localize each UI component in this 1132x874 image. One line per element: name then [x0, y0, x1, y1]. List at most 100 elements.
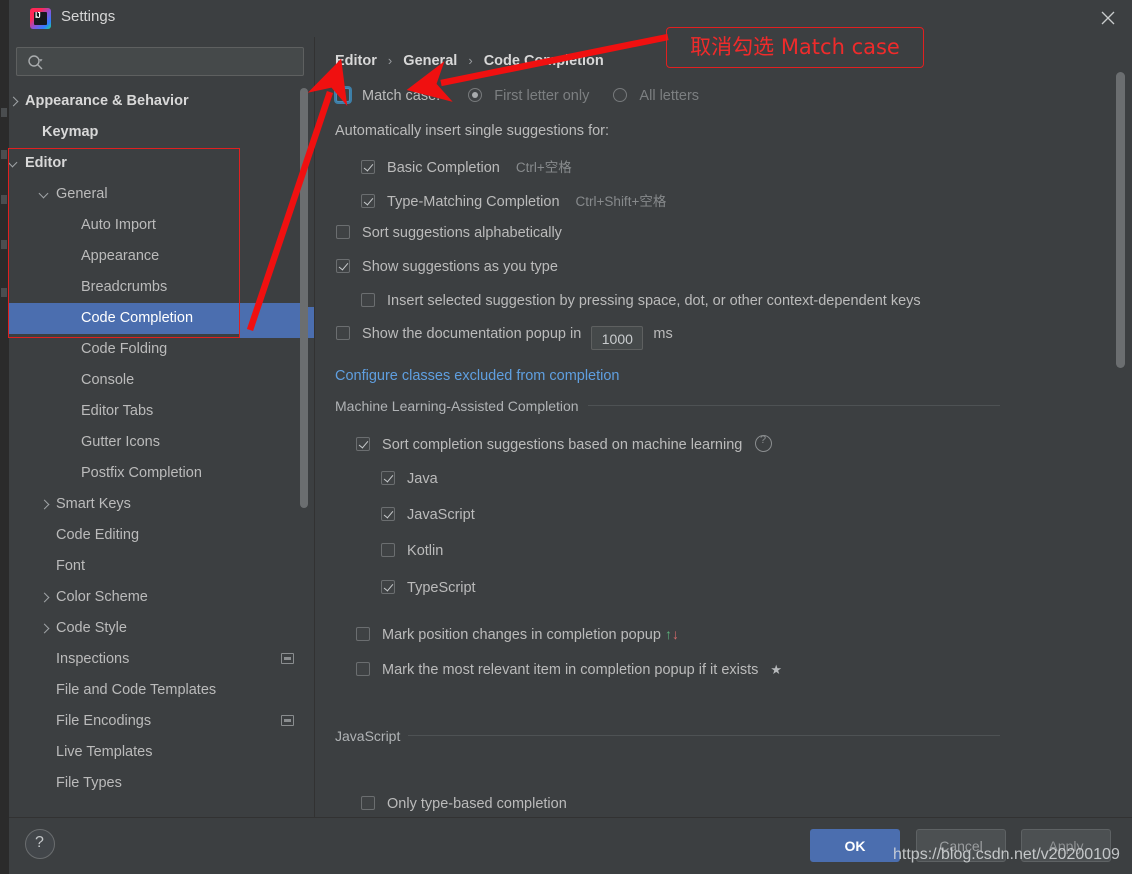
sidebar-item-label: Live Templates — [56, 744, 153, 760]
sidebar-item-code-folding[interactable]: Code Folding — [9, 334, 305, 365]
sidebar-item-label: Smart Keys — [56, 496, 131, 512]
sidebar-item-console[interactable]: Console — [9, 365, 305, 396]
ml-lang-kotlin-row: Kotlin — [381, 543, 443, 559]
type-matching-completion-checkbox[interactable] — [361, 194, 375, 208]
first-letter-only-radio[interactable] — [468, 88, 483, 102]
chevron-right-icon[interactable] — [40, 500, 49, 509]
sidebar-item-keymap[interactable]: Keymap — [9, 117, 305, 148]
sort-ml-checkbox[interactable] — [356, 437, 370, 451]
ml-lang-typescript-checkbox[interactable] — [381, 580, 395, 594]
sidebar-item-live-templates[interactable]: Live Templates — [9, 737, 305, 768]
ml-lang-typescript-label: TypeScript — [407, 580, 476, 596]
sidebar-item-label: Color Scheme — [56, 589, 148, 605]
breadcrumb: Editor › General › Code Completion — [335, 53, 604, 69]
ml-lang-kotlin-checkbox[interactable] — [381, 543, 395, 557]
sidebar-item-code-editing[interactable]: Code Editing — [9, 520, 305, 551]
ml-lang-javascript-checkbox[interactable] — [381, 507, 395, 521]
configurable-badge-icon — [281, 715, 294, 726]
doc-popup-checkbox[interactable] — [336, 326, 350, 340]
insert-selected-label: Insert selected suggestion by pressing s… — [387, 293, 921, 309]
sidebar-item-label: Appearance & Behavior — [25, 93, 189, 109]
settings-main-panel: Editor › General › Code Completion Match… — [315, 37, 1132, 817]
sidebar-item-label: Gutter Icons — [81, 434, 160, 450]
type-matching-completion-shortcut: Ctrl+Shift+空格 — [575, 194, 667, 209]
auto-insert-header: Automatically insert single suggestions … — [335, 123, 610, 139]
configure-excluded-classes-link[interactable]: Configure classes excluded from completi… — [335, 368, 620, 384]
first-letter-only-label: First letter only — [494, 88, 590, 104]
sidebar-item-label: Code Style — [56, 620, 127, 636]
title-bar: Settings — [9, 0, 1132, 37]
sidebar-item-appearance-behavior[interactable]: Appearance & Behavior — [9, 86, 305, 117]
mark-position-row: Mark position changes in completion popu… — [356, 626, 679, 643]
basic-completion-shortcut: Ctrl+空格 — [515, 160, 572, 175]
window-title: Settings — [61, 8, 116, 25]
breadcrumb-code-completion[interactable]: Code Completion — [484, 53, 604, 69]
mark-relevant-label: Mark the most relevant item in completio… — [382, 662, 759, 678]
sidebar-item-font[interactable]: Font — [9, 551, 305, 582]
settings-dialog: Settings Appearance & Behavior Keymap Edit… — [0, 0, 1132, 874]
callout-annotation: 取消勾选 Match case — [666, 27, 924, 68]
mark-relevant-checkbox[interactable] — [356, 662, 370, 676]
sidebar-item-inspections[interactable]: Inspections — [9, 644, 305, 675]
show-as-you-type-label: Show suggestions as you type — [362, 259, 558, 275]
breadcrumb-general[interactable]: General — [403, 53, 457, 69]
match-case-checkbox[interactable] — [336, 88, 350, 102]
ml-lang-javascript-label: JavaScript — [407, 507, 475, 523]
mark-position-checkbox[interactable] — [356, 627, 370, 641]
sidebar-item-label: Keymap — [42, 124, 99, 140]
doc-popup-delay-input[interactable]: 1000 — [591, 326, 644, 350]
ok-button[interactable]: OK — [810, 829, 900, 862]
sidebar-item-postfix-completion[interactable]: Postfix Completion — [9, 458, 305, 489]
sidebar-item-label: Postfix Completion — [81, 465, 202, 481]
chevron-right-icon[interactable] — [9, 97, 18, 106]
js-section-title: JavaScript — [335, 728, 401, 744]
sidebar-item-file-and-code-templates[interactable]: File and Code Templates — [9, 675, 305, 706]
doc-popup-label: Show the documentation popup in — [362, 326, 582, 342]
js-section-divider — [408, 735, 1000, 736]
sidebar-item-label: File and Code Templates — [56, 682, 217, 698]
sidebar-item-label: Font — [56, 558, 86, 574]
sidebar-item-smart-keys[interactable]: Smart Keys — [9, 489, 305, 520]
type-matching-completion-row: Type-Matching Completion Ctrl+Shift+空格 — [361, 190, 666, 210]
sidebar-item-file-types[interactable]: File Types — [9, 768, 305, 799]
main-scrollbar-thumb[interactable] — [1116, 72, 1125, 368]
help-icon[interactable] — [755, 434, 773, 452]
ml-lang-java-row: Java — [381, 471, 438, 487]
sidebar-item-color-scheme[interactable]: Color Scheme — [9, 582, 305, 613]
breadcrumb-editor[interactable]: Editor — [335, 53, 377, 69]
sidebar-item-editor-tabs[interactable]: Editor Tabs — [9, 396, 305, 427]
breadcrumb-separator-2: › — [468, 53, 473, 68]
sidebar-item-code-style[interactable]: Code Style — [9, 613, 305, 644]
only-type-based-label: Only type-based completion — [387, 796, 567, 812]
ml-lang-kotlin-label: Kotlin — [407, 543, 444, 559]
sidebar-scrollbar-thumb[interactable] — [300, 88, 308, 508]
sidebar-item-label: Inspections — [56, 651, 130, 667]
sidebar-item-file-encodings[interactable]: File Encodings — [9, 706, 305, 737]
sort-alphabetically-checkbox[interactable] — [336, 225, 350, 239]
type-matching-completion-label: Type-Matching Completion — [387, 194, 560, 210]
watermark: https://blog.csdn.net/v20200109 — [893, 846, 1120, 863]
search-box[interactable] — [16, 47, 304, 76]
sidebar-item-label: File Types — [56, 775, 122, 791]
star-icon: ★ — [770, 662, 783, 677]
only-type-based-checkbox[interactable] — [361, 796, 375, 810]
insert-selected-checkbox[interactable] — [361, 293, 375, 307]
arrow-down-icon: ↓ — [671, 626, 679, 642]
chevron-right-icon[interactable] — [40, 624, 49, 633]
chevron-right-icon[interactable] — [40, 593, 49, 602]
basic-completion-checkbox[interactable] — [361, 160, 375, 174]
all-letters-label: All letters — [639, 88, 700, 104]
search-input[interactable] — [51, 53, 291, 71]
breadcrumb-separator-1: › — [387, 53, 393, 68]
desktop-background-strip — [0, 0, 9, 874]
close-icon[interactable] — [1091, 3, 1125, 33]
all-letters-radio[interactable] — [613, 88, 628, 102]
help-button[interactable]: ? — [25, 829, 55, 859]
sidebar-item-gutter-icons[interactable]: Gutter Icons — [9, 427, 305, 458]
show-as-you-type-checkbox[interactable] — [336, 259, 350, 273]
ml-lang-typescript-row: TypeScript — [381, 580, 476, 596]
sort-alphabetically-label: Sort suggestions alphabetically — [362, 225, 562, 241]
show-as-you-type-row: Show suggestions as you type — [336, 259, 558, 275]
sidebar-item-label: Code Folding — [81, 341, 168, 357]
ml-lang-java-checkbox[interactable] — [381, 471, 395, 485]
